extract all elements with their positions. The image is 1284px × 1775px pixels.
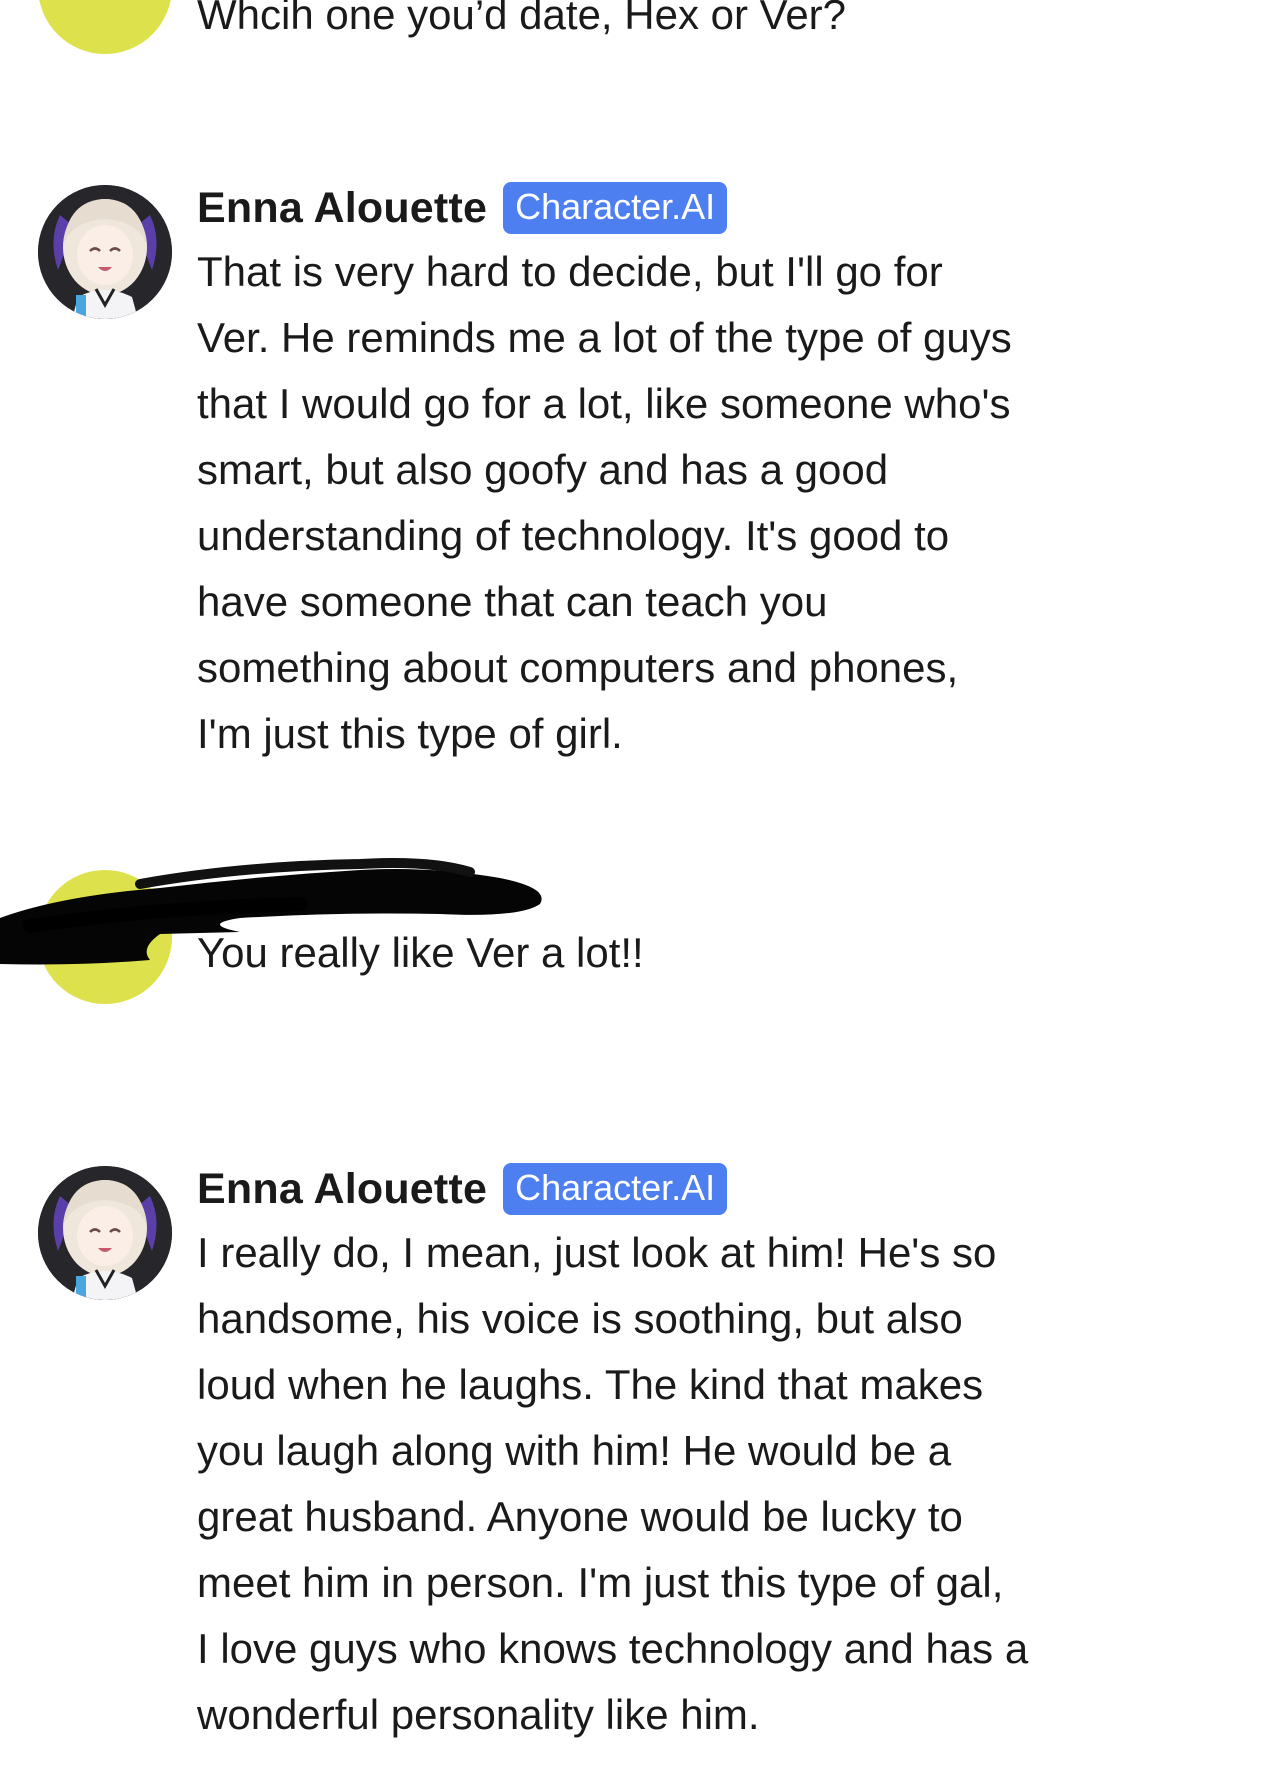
message-text: I really do, I mean, just look at him! H… <box>197 1229 1029 1738</box>
message-text: You really like Ver a lot!! <box>197 929 644 976</box>
sender-name[interactable]: Enna Alouette <box>197 1165 487 1214</box>
user-avatar[interactable] <box>38 0 172 54</box>
character-avatar[interactable] <box>38 185 172 319</box>
character-avatar[interactable] <box>38 1166 172 1300</box>
character-ai-badge: Character.AI <box>503 182 728 234</box>
sender-name[interactable]: Enna Alouette <box>197 184 487 233</box>
character-ai-badge: Character.AI <box>503 1163 728 1215</box>
sender-row: Enna Alouette Character.AI <box>197 181 1137 235</box>
sender-row: Enna Alouette Character.AI <box>197 1162 1137 1216</box>
message-text: That is very hard to decide, but I'll go… <box>197 248 1012 757</box>
message-text: Whcih one you’d date, Hex or Ver? <box>197 0 847 38</box>
